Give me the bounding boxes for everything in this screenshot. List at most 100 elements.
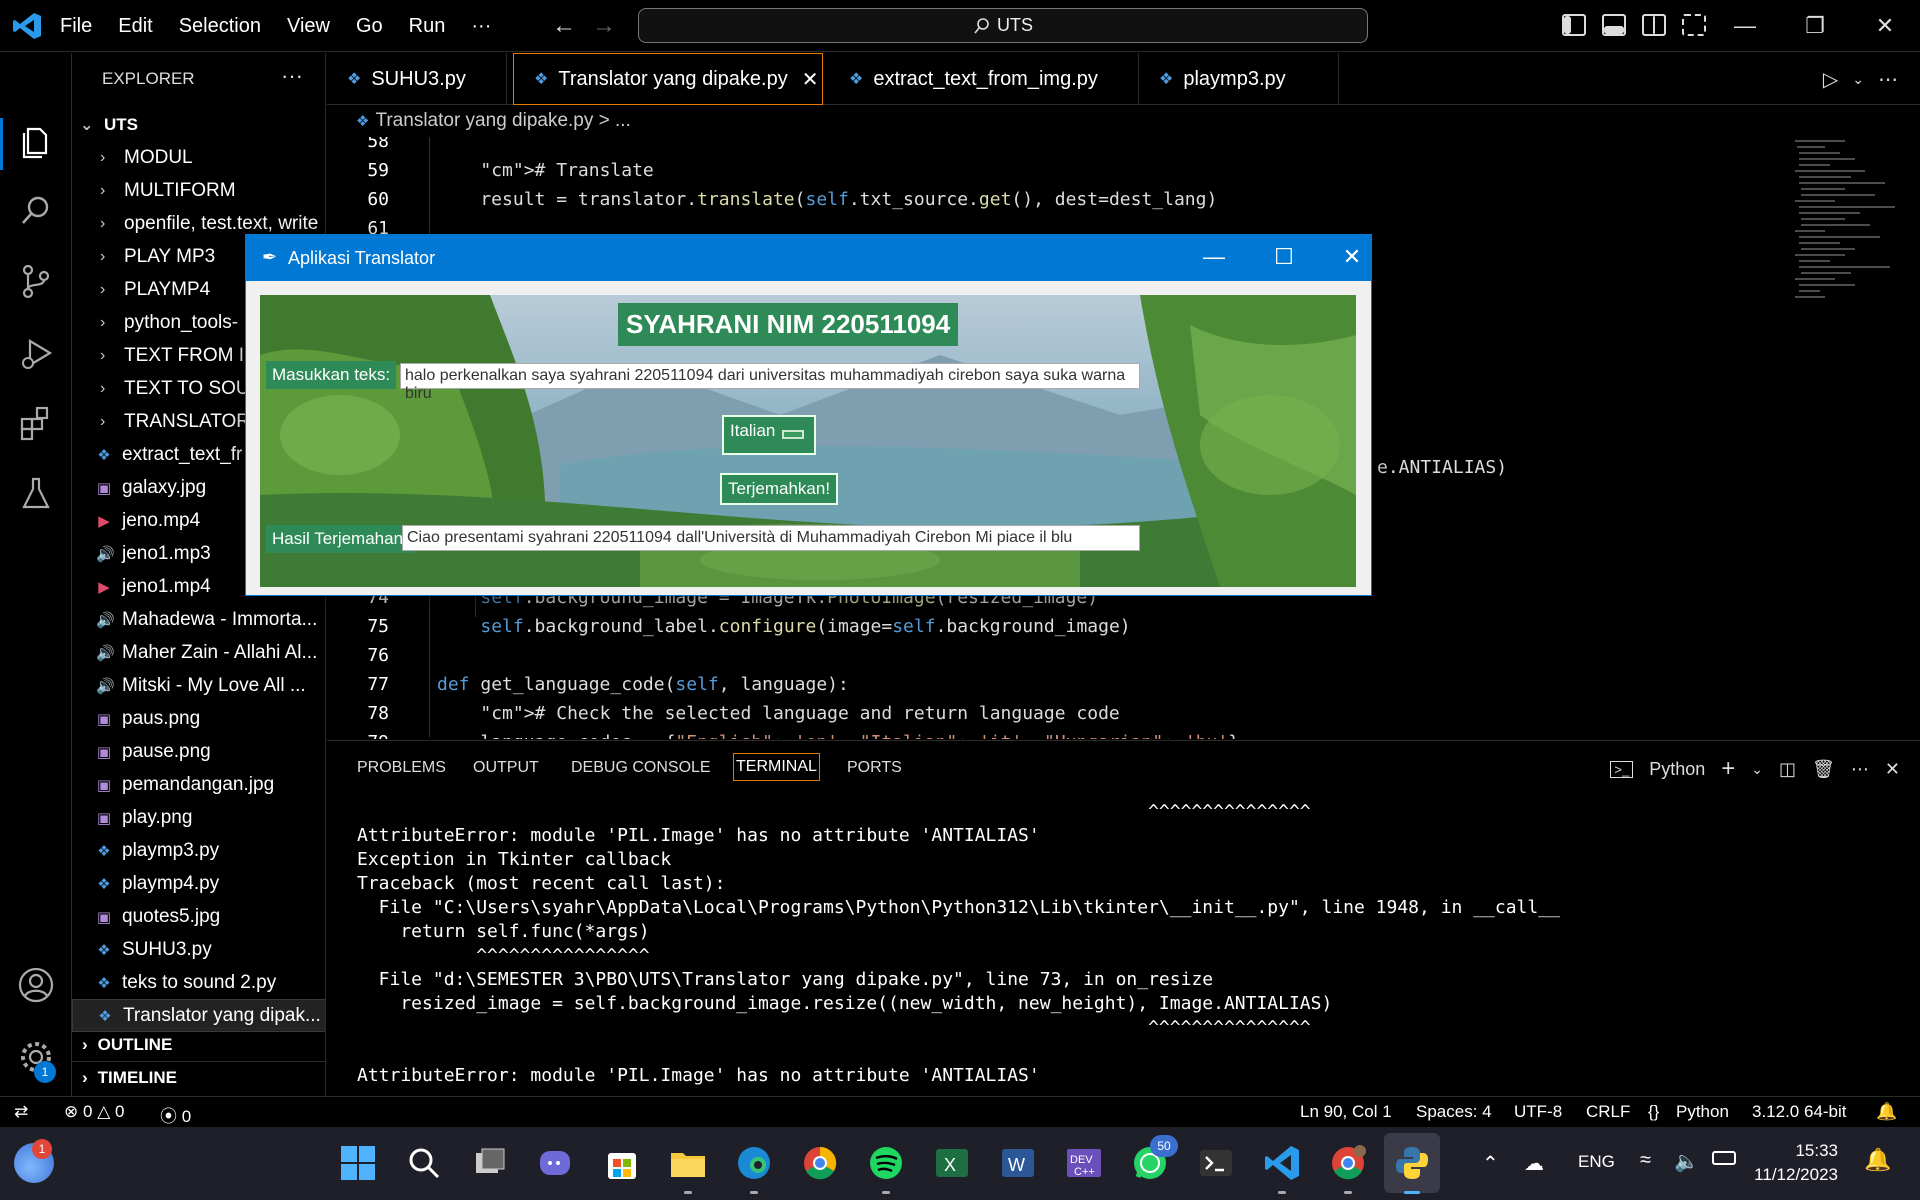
tab-terminal[interactable]: TERMINAL [733, 753, 820, 781]
menu-selection[interactable]: Selection [179, 15, 261, 38]
wifi-icon[interactable]: ≈ [1640, 1149, 1651, 1172]
line-ending[interactable]: CRLF [1586, 1102, 1630, 1122]
onedrive-cloud-icon[interactable]: ☁ [1524, 1151, 1544, 1176]
close-panel-icon[interactable]: ✕ [1885, 759, 1900, 780]
edge-browser-icon[interactable] [734, 1143, 774, 1183]
minimize-icon[interactable]: — [1710, 13, 1780, 39]
tab-output[interactable]: OUTPUT [473, 759, 539, 777]
close-tab-icon[interactable]: ✕ [802, 67, 819, 92]
tk-input-field[interactable]: halo perkenalkan saya syahrani 220511094… [400, 363, 1140, 402]
toggle-secondary-sidebar-icon[interactable] [1642, 14, 1666, 36]
teams-chat-icon[interactable] [536, 1143, 576, 1183]
extensions-icon[interactable] [16, 403, 56, 443]
tk-language-select[interactable]: Italian [722, 415, 816, 455]
source-control-icon[interactable] [16, 261, 56, 301]
more-actions-icon[interactable]: ⋯ [1878, 67, 1898, 92]
minimap[interactable] [1785, 137, 1905, 317]
ports-status[interactable]: ⦿ 0 [160, 1102, 191, 1127]
customize-layout-icon[interactable] [1682, 14, 1706, 36]
file-item[interactable]: 🔊 Maher Zain - Allahi Al... [72, 636, 325, 669]
tab-translator[interactable]: ❖ Translator yang dipake.py ✕ [513, 53, 823, 105]
search-icon[interactable] [16, 191, 56, 231]
tk-close-icon[interactable]: ✕ [1332, 244, 1372, 270]
timeline-section[interactable]: › TIMELINE [72, 1061, 325, 1094]
folder-item[interactable]: › MODUL [72, 141, 325, 174]
run-debug-icon[interactable] [16, 333, 56, 373]
file-item[interactable]: ❖ playmp4.py [72, 867, 325, 900]
file-item[interactable]: 🔊 Mitski - My Love All ... [72, 669, 325, 702]
python-interpreter[interactable]: 3.12.0 64-bit [1752, 1102, 1847, 1122]
toggle-panel-icon[interactable] [1602, 14, 1626, 36]
back-arrow-icon[interactable]: ← [552, 12, 576, 40]
menu-view[interactable]: View [287, 15, 330, 38]
restore-icon[interactable]: ❐ [1780, 13, 1850, 39]
menu-more[interactable]: ··· [471, 15, 491, 38]
indentation[interactable]: Spaces: 4 [1416, 1102, 1492, 1122]
tk-minimize-icon[interactable]: — [1194, 244, 1234, 270]
outline-section[interactable]: › OUTLINE [72, 1028, 325, 1061]
battery-icon[interactable] [1712, 1151, 1736, 1165]
more-actions-icon[interactable]: ⋯ [1851, 759, 1869, 780]
explorer-icon[interactable] [16, 121, 56, 161]
file-item[interactable]: ❖ playmp3.py [72, 834, 325, 867]
chevron-up-icon[interactable]: ⌃ [1482, 1151, 1499, 1176]
windows-start-icon[interactable] [338, 1143, 378, 1183]
remote-icon[interactable]: ⇄ [14, 1102, 28, 1122]
kill-terminal-trash-icon[interactable]: 🗑 [1812, 759, 1835, 780]
terminal-shell-icon[interactable]: >_ [1610, 760, 1634, 778]
explorer-more-button[interactable]: ··· [281, 63, 303, 89]
language-mode[interactable]: Python [1676, 1102, 1729, 1122]
terminal-shell-label[interactable]: Python [1649, 759, 1705, 780]
tab-problems[interactable]: PROBLEMS [357, 759, 446, 777]
task-view-icon[interactable] [470, 1143, 510, 1183]
folder-root[interactable]: ⌄ UTS [72, 108, 325, 141]
close-icon[interactable]: ✕ [1850, 13, 1920, 39]
chevron-down-icon[interactable]: ⌄ [1751, 761, 1763, 778]
file-item[interactable]: ▣ pause.png [72, 735, 325, 768]
folder-item[interactable]: › MULTIFORM [72, 174, 325, 207]
run-python-file-icon[interactable]: ▷ [1823, 67, 1838, 92]
split-terminal-icon[interactable]: ◫ [1779, 759, 1796, 780]
menu-file[interactable]: File [60, 15, 92, 38]
vscode-taskbar-icon[interactable] [1262, 1143, 1302, 1183]
command-center-search[interactable]: UTS [638, 8, 1368, 43]
tab-ports[interactable]: PORTS [847, 759, 902, 777]
terminal-output[interactable]: ^^^^^^^^^^^^^^^ AttributeError: module 'P… [357, 801, 1560, 1089]
spotify-icon[interactable] [866, 1143, 906, 1183]
account-icon[interactable] [16, 965, 56, 1005]
encoding[interactable]: UTF-8 [1514, 1102, 1562, 1122]
volume-icon[interactable]: 🔈 [1674, 1149, 1699, 1174]
file-item[interactable]: ❖ teks to sound 2.py [72, 966, 325, 999]
clock-time[interactable]: 15:33 [1758, 1141, 1838, 1161]
microsoft-store-icon[interactable] [602, 1143, 642, 1183]
problems-status[interactable]: ⊗ 0 △ 0 [64, 1102, 124, 1122]
file-item[interactable]: ❖ SUHU3.py [72, 933, 325, 966]
menu-run[interactable]: Run [409, 15, 446, 38]
notification-bell-icon[interactable]: 🔔 [1864, 1147, 1891, 1173]
clock-date[interactable]: 11/12/2023 [1736, 1165, 1838, 1185]
python-app-icon[interactable] [1392, 1143, 1432, 1183]
input-language[interactable]: ENG [1578, 1152, 1615, 1172]
dev-cpp-icon[interactable]: DEVC++ [1064, 1143, 1104, 1183]
menu-edit[interactable]: Edit [118, 15, 152, 38]
tab-playmp3[interactable]: ❖ playmp3.py [1139, 53, 1339, 105]
tk-maximize-icon[interactable]: ☐ [1264, 244, 1304, 270]
tab-suhu3[interactable]: ❖ SUHU3.py [327, 53, 507, 105]
tab-extract-text[interactable]: ❖ extract_text_from_img.py [829, 53, 1139, 105]
chrome-icon[interactable] [800, 1143, 840, 1183]
file-explorer-icon[interactable] [668, 1143, 708, 1183]
menu-go[interactable]: Go [356, 15, 383, 38]
file-item[interactable]: 🔊 Mahadewa - Immorta... [72, 603, 325, 636]
terminal-app-icon[interactable] [1196, 1143, 1236, 1183]
file-item[interactable]: ▣ play.png [72, 801, 325, 834]
notifications-bell-icon[interactable]: 🔔 [1876, 1102, 1897, 1122]
tk-title-bar[interactable]: ✒ Aplikasi Translator — ☐ ✕ [246, 235, 1371, 281]
tab-debug-console[interactable]: DEBUG CONSOLE [571, 759, 711, 777]
chrome-profile-icon[interactable] [1328, 1143, 1368, 1183]
toggle-primary-sidebar-icon[interactable] [1562, 14, 1586, 36]
taskbar-search-icon[interactable] [404, 1143, 444, 1183]
word-icon[interactable]: W [998, 1143, 1038, 1183]
tk-result-field[interactable]: Ciao presentami syahrani 220511094 dall'… [402, 525, 1140, 551]
file-item[interactable]: ▣ quotes5.jpg [72, 900, 325, 933]
forward-arrow-icon[interactable]: → [592, 12, 616, 40]
